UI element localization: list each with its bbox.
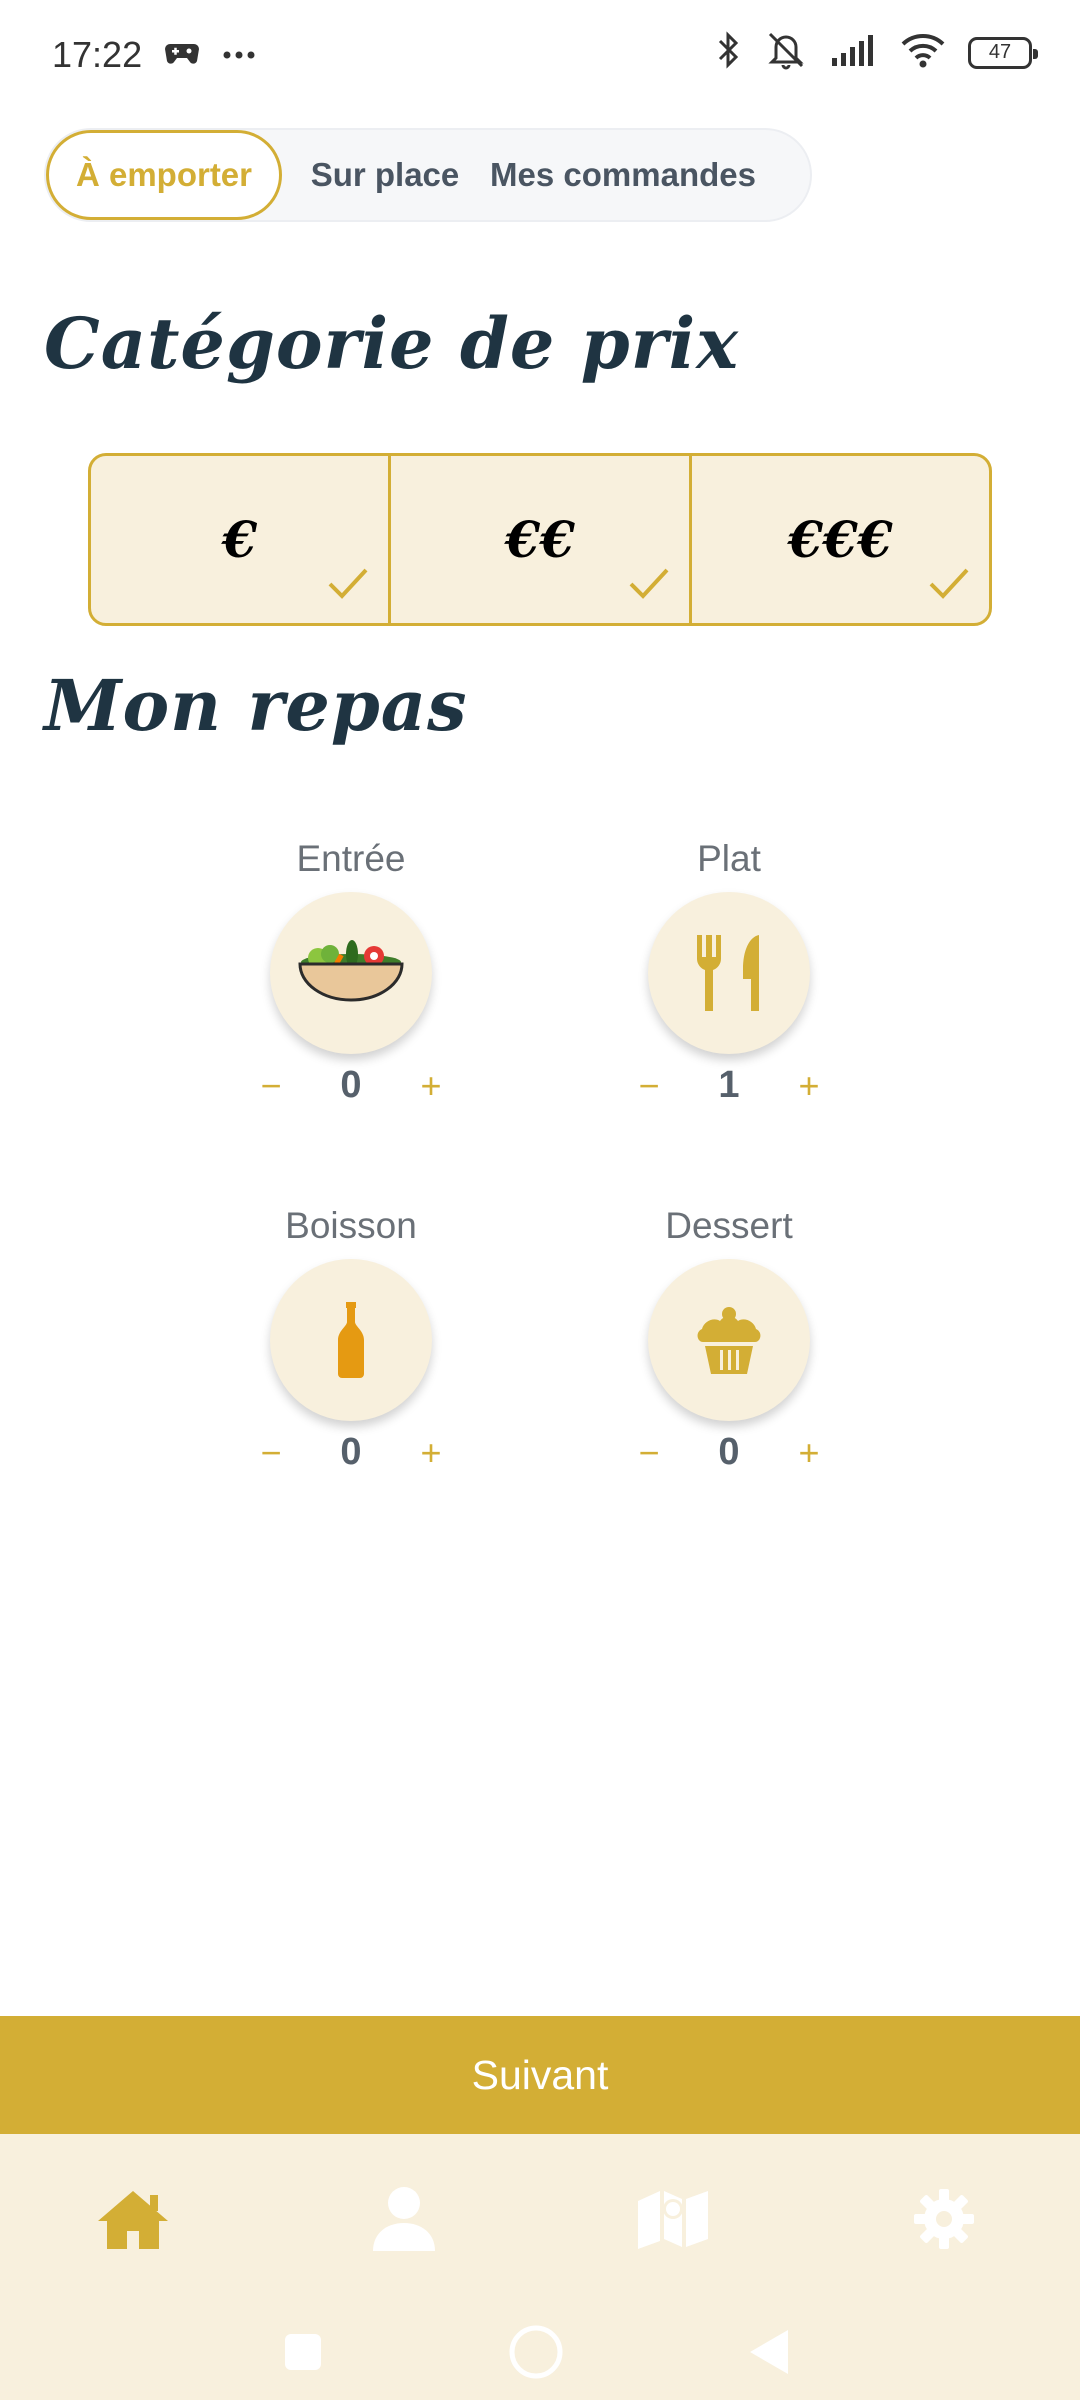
back-triangle-icon[interactable] (748, 2328, 790, 2376)
cupcake-icon (697, 1307, 761, 1374)
boisson-stepper: − 0 + (221, 1431, 481, 1474)
price-category-selector: € €€ €€€ (88, 453, 992, 626)
tab-mes-commandes[interactable]: Mes commandes (488, 130, 758, 220)
recent-apps-icon[interactable] (283, 2332, 323, 2372)
price-option-label: €€ (505, 510, 575, 569)
gear-icon (914, 2189, 974, 2249)
home-circle-icon[interactable] (508, 2324, 564, 2380)
bottle-icon (338, 1302, 364, 1378)
entree-count: 0 (340, 1064, 362, 1106)
tab-sur-place[interactable]: Sur place (282, 130, 488, 220)
decrement-button[interactable]: − (251, 1432, 291, 1474)
boisson-count: 0 (340, 1431, 362, 1473)
entree-stepper: − 0 + (221, 1064, 481, 1107)
increment-button[interactable]: + (789, 1432, 829, 1474)
fork-knife-icon (697, 935, 759, 1011)
plat-stepper: − 1 + (599, 1064, 859, 1107)
meal-label: Dessert (665, 1205, 793, 1246)
status-bar: 17:22 47 (0, 0, 1080, 110)
check-icon (629, 568, 669, 599)
meal-item-plat: Plat − 1 + (599, 838, 859, 1107)
nav-home[interactable] (78, 2164, 188, 2274)
meal-label: Boisson (285, 1205, 417, 1246)
meal-title: Mon repas (44, 664, 468, 747)
plat-button[interactable] (648, 892, 810, 1054)
map-icon (638, 2191, 708, 2249)
price-option-3[interactable]: €€€ (688, 456, 989, 623)
dessert-count: 0 (718, 1431, 740, 1473)
app-screen: 17:22 47 À emporter Sur place Mes comman… (0, 0, 1080, 2400)
price-option-1[interactable]: € (91, 456, 388, 623)
tab-a-emporter[interactable]: À emporter (46, 130, 282, 220)
meal-item-boisson: Boisson − 0 + (221, 1205, 481, 1474)
order-type-tabs: À emporter Sur place Mes commandes (44, 128, 812, 222)
game-controller-icon (164, 38, 200, 73)
meal-label: Plat (697, 838, 761, 879)
price-option-label: €€€ (788, 510, 893, 569)
user-icon (373, 2187, 435, 2251)
next-button[interactable]: Suivant (0, 2016, 1080, 2134)
price-category-title: Catégorie de prix (44, 302, 739, 385)
entree-button[interactable] (270, 892, 432, 1054)
check-icon (929, 568, 969, 599)
battery-icon: 47 (968, 36, 1038, 69)
dessert-button[interactable] (648, 1259, 810, 1421)
signal-icon (830, 32, 878, 73)
meal-label: Entrée (296, 838, 406, 879)
boisson-button[interactable] (270, 1259, 432, 1421)
dessert-stepper: − 0 + (599, 1431, 859, 1474)
nav-settings[interactable] (889, 2164, 999, 2274)
wifi-icon (900, 32, 946, 73)
nav-profile[interactable] (349, 2164, 459, 2274)
system-nav-bar (0, 2302, 1080, 2400)
status-time: 17:22 (52, 34, 143, 75)
meal-item-dessert: Dessert − 0 + (599, 1205, 859, 1474)
bell-off-icon (764, 30, 808, 75)
increment-button[interactable]: + (411, 1432, 451, 1474)
more-dots-icon (222, 47, 256, 65)
battery-level: 47 (988, 41, 1012, 63)
nav-map[interactable] (618, 2164, 728, 2274)
decrement-button[interactable]: − (251, 1065, 291, 1107)
price-option-2[interactable]: €€ (388, 456, 688, 623)
bottom-nav (0, 2134, 1080, 2400)
increment-button[interactable]: + (789, 1065, 829, 1107)
bluetooth-icon (716, 30, 742, 75)
check-icon (328, 568, 368, 599)
decrement-button[interactable]: − (629, 1065, 669, 1107)
increment-button[interactable]: + (411, 1065, 451, 1107)
home-icon (98, 2191, 168, 2249)
plat-count: 1 (718, 1064, 740, 1106)
salad-bowl-icon (298, 940, 404, 1002)
meal-item-entree: Entrée − 0 + (221, 838, 481, 1107)
price-option-label: € (222, 510, 258, 569)
decrement-button[interactable]: − (629, 1432, 669, 1474)
